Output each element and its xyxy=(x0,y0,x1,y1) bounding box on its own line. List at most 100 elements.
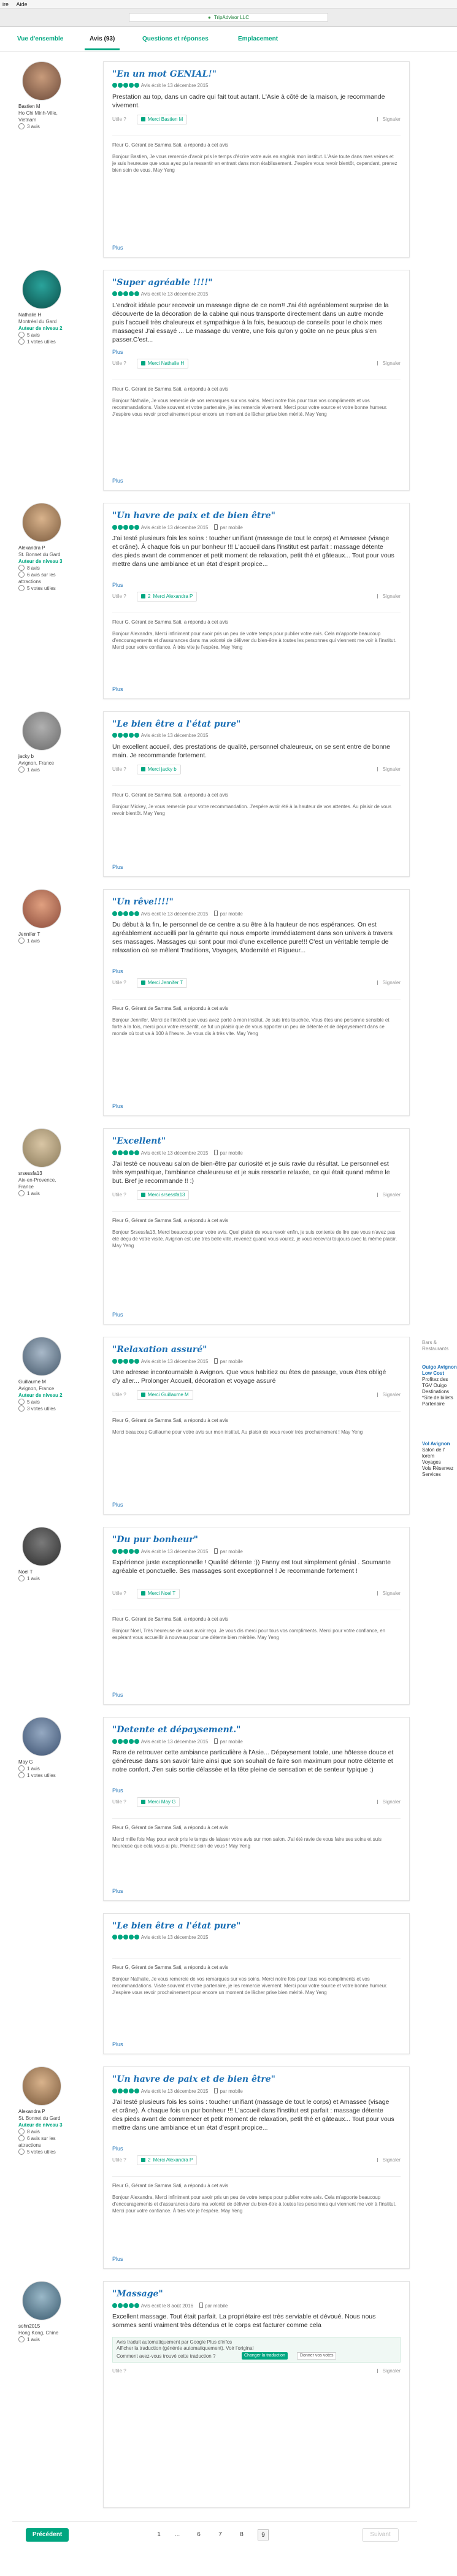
response-read-more-link[interactable]: Plus xyxy=(112,686,123,692)
response-read-more-link[interactable]: Plus xyxy=(112,1692,123,1698)
review-item: Alexandra P St. Bonnet du Gard Auteur de n… xyxy=(12,2066,417,2269)
thank-reviewer-button[interactable]: Merci Guillaume M xyxy=(137,1390,193,1400)
response-read-more-link[interactable]: Plus xyxy=(112,478,123,484)
response-read-more-link[interactable]: Plus xyxy=(112,864,123,870)
management-response: Fleur G, Gérant de Samma Sati, a répondu… xyxy=(112,1958,401,2049)
avatar[interactable] xyxy=(22,2066,61,2106)
response-read-more-link[interactable]: Plus xyxy=(112,2041,123,2047)
avatar[interactable] xyxy=(22,2281,61,2320)
reviewer-name[interactable]: srsessfa13 xyxy=(18,1170,67,1177)
report-link[interactable]: Signaler xyxy=(377,1591,401,1596)
thank-reviewer-button[interactable]: Merci jacky b xyxy=(137,765,181,774)
read-more-link[interactable]: Plus xyxy=(112,968,123,974)
response-read-more-link[interactable]: Plus xyxy=(112,1312,123,1318)
avatar[interactable] xyxy=(22,503,61,542)
report-link[interactable]: Signaler xyxy=(377,980,401,985)
thank-reviewer-button[interactable]: 2 Merci Alexandra P xyxy=(137,592,198,602)
rating-bubble-icon xyxy=(134,83,139,88)
read-more-link[interactable]: Plus xyxy=(112,349,123,355)
avatar[interactable] xyxy=(22,1128,61,1168)
page-link[interactable]: 7 xyxy=(215,2529,226,2540)
reviewer-name[interactable]: Alexandra P xyxy=(18,545,67,551)
read-more-link[interactable]: Plus xyxy=(112,1787,123,1794)
review-title[interactable]: "Un havre de paix et de bien être" xyxy=(112,511,275,521)
avatar[interactable] xyxy=(22,889,61,928)
menu-item-ire[interactable]: ire xyxy=(0,0,12,7)
avatar[interactable] xyxy=(22,711,61,751)
reviewer-name[interactable]: Jennifer T xyxy=(18,931,67,938)
tab-reviews[interactable]: Avis (93) xyxy=(84,36,120,50)
thank-reviewer-button[interactable]: Merci May G xyxy=(137,1797,180,1807)
stat-icon xyxy=(18,2128,25,2135)
previous-button[interactable]: Précédent xyxy=(26,2528,69,2542)
reviewer-name[interactable]: Alexandra P xyxy=(18,2108,67,2115)
thumbs-up-icon xyxy=(141,1393,145,1397)
change-translation-button[interactable]: Changer la traduction xyxy=(242,2352,288,2360)
reviewer-name[interactable]: Noel T xyxy=(18,1569,67,1575)
report-link[interactable]: Signaler xyxy=(377,594,401,599)
thank-reviewer-button[interactable]: Merci srsessfa13 xyxy=(137,1190,190,1200)
useful-row: Utile ? Merci Nathalie H Signaler xyxy=(112,359,401,370)
rating-bubble-icon xyxy=(123,2303,128,2308)
read-more-link[interactable]: Plus xyxy=(112,2146,123,2152)
tab-overview[interactable]: Vue d'ensemble xyxy=(17,36,63,42)
url-field[interactable]: ● TripAdvisor LLC xyxy=(129,13,328,22)
review-title[interactable]: "Massage" xyxy=(112,2289,163,2299)
report-link[interactable]: Signaler xyxy=(377,1192,401,1198)
translation-vote-select[interactable]: Donner vos votes xyxy=(297,2352,337,2360)
review-title[interactable]: "Le bien être a l'état pure" xyxy=(112,719,240,729)
review-title[interactable]: "Super agréable !!!!" xyxy=(112,278,213,288)
review-title[interactable]: "Le bien être a l'état pure" xyxy=(112,1921,240,1931)
reviewer-meta: Bastien M Ho Chi Minh-Ville, Vietnam 3 avi… xyxy=(18,103,67,130)
reviewer-name[interactable]: Guillaume M xyxy=(18,1378,67,1385)
thank-reviewer-button[interactable]: 2 Merci Alexandra P xyxy=(137,2155,198,2165)
response-read-more-link[interactable]: Plus xyxy=(112,245,123,251)
reviewer-name[interactable]: Bastien M xyxy=(18,103,67,110)
review-title[interactable]: "Excellent" xyxy=(112,1136,166,1146)
sidebar-ad-title[interactable]: Vol Avignon xyxy=(422,1441,457,1447)
avatar[interactable] xyxy=(22,61,61,101)
response-read-more-link[interactable]: Plus xyxy=(112,1103,123,1109)
review-title[interactable]: "Detente et dépaysement." xyxy=(112,1725,240,1735)
avatar[interactable] xyxy=(22,1527,61,1566)
review-title[interactable]: "Un havre de paix et de bien être" xyxy=(112,2074,275,2084)
reviewer-name[interactable]: jacky b xyxy=(18,753,67,760)
tab-qa[interactable]: Questions et réponses xyxy=(142,36,209,42)
reviewer-name[interactable]: Nathalie H xyxy=(18,311,67,318)
reviewer-badge: Auteur de niveau 2 xyxy=(18,326,63,331)
report-link[interactable]: Signaler xyxy=(377,1392,401,1397)
response-read-more-link[interactable]: Plus xyxy=(112,1502,123,1508)
report-link[interactable]: Signaler xyxy=(377,1799,401,1805)
review-title[interactable]: "Du pur bonheur" xyxy=(112,1535,198,1545)
review-title[interactable]: "Un rêve!!!!" xyxy=(112,897,174,907)
thank-reviewer-button[interactable]: Merci Nathalie H xyxy=(137,359,189,369)
response-read-more-link[interactable]: Plus xyxy=(112,2256,123,2262)
sidebar-ad-title[interactable]: Ouigo Avignon Low Cost xyxy=(422,1364,457,1377)
next-button[interactable]: Suivant xyxy=(362,2528,399,2542)
report-link[interactable]: Signaler xyxy=(377,361,401,366)
reviewer-name[interactable]: sohn2015 xyxy=(18,2323,67,2329)
thank-reviewer-button[interactable]: Merci Noel T xyxy=(137,1589,180,1599)
report-link[interactable]: Signaler xyxy=(377,766,401,772)
review-title[interactable]: "En un mot GENIAL!" xyxy=(112,69,217,79)
avatar[interactable] xyxy=(22,270,61,309)
rating-bubble-icon xyxy=(118,1359,123,1364)
thank-reviewer-button[interactable]: Merci Bastien M xyxy=(137,115,188,124)
avatar[interactable] xyxy=(22,1337,61,1376)
review-title[interactable]: "Relaxation assuré" xyxy=(112,1345,207,1355)
reviewer-name[interactable]: May G xyxy=(18,1759,67,1765)
response-read-more-link[interactable]: Plus xyxy=(112,1888,123,1894)
report-link[interactable]: Signaler xyxy=(377,2157,401,2163)
read-more-link[interactable]: Plus xyxy=(112,582,123,588)
report-link[interactable]: Signaler xyxy=(377,2368,401,2374)
avatar[interactable] xyxy=(22,1717,61,1756)
tab-location[interactable]: Emplacement xyxy=(238,36,278,42)
page-link[interactable]: 8 xyxy=(236,2529,247,2540)
page-link[interactable]: 1 xyxy=(153,2529,164,2540)
page-link[interactable]: 6 xyxy=(193,2529,204,2540)
thank-reviewer-button[interactable]: Merci Jennifer T xyxy=(137,978,188,988)
menu-item-aide[interactable]: Aide xyxy=(14,0,31,7)
report-link[interactable]: Signaler xyxy=(377,117,401,122)
reviewer-stat: 3 avis xyxy=(18,123,67,130)
via-mobile-label: par mobile xyxy=(220,1150,243,1156)
